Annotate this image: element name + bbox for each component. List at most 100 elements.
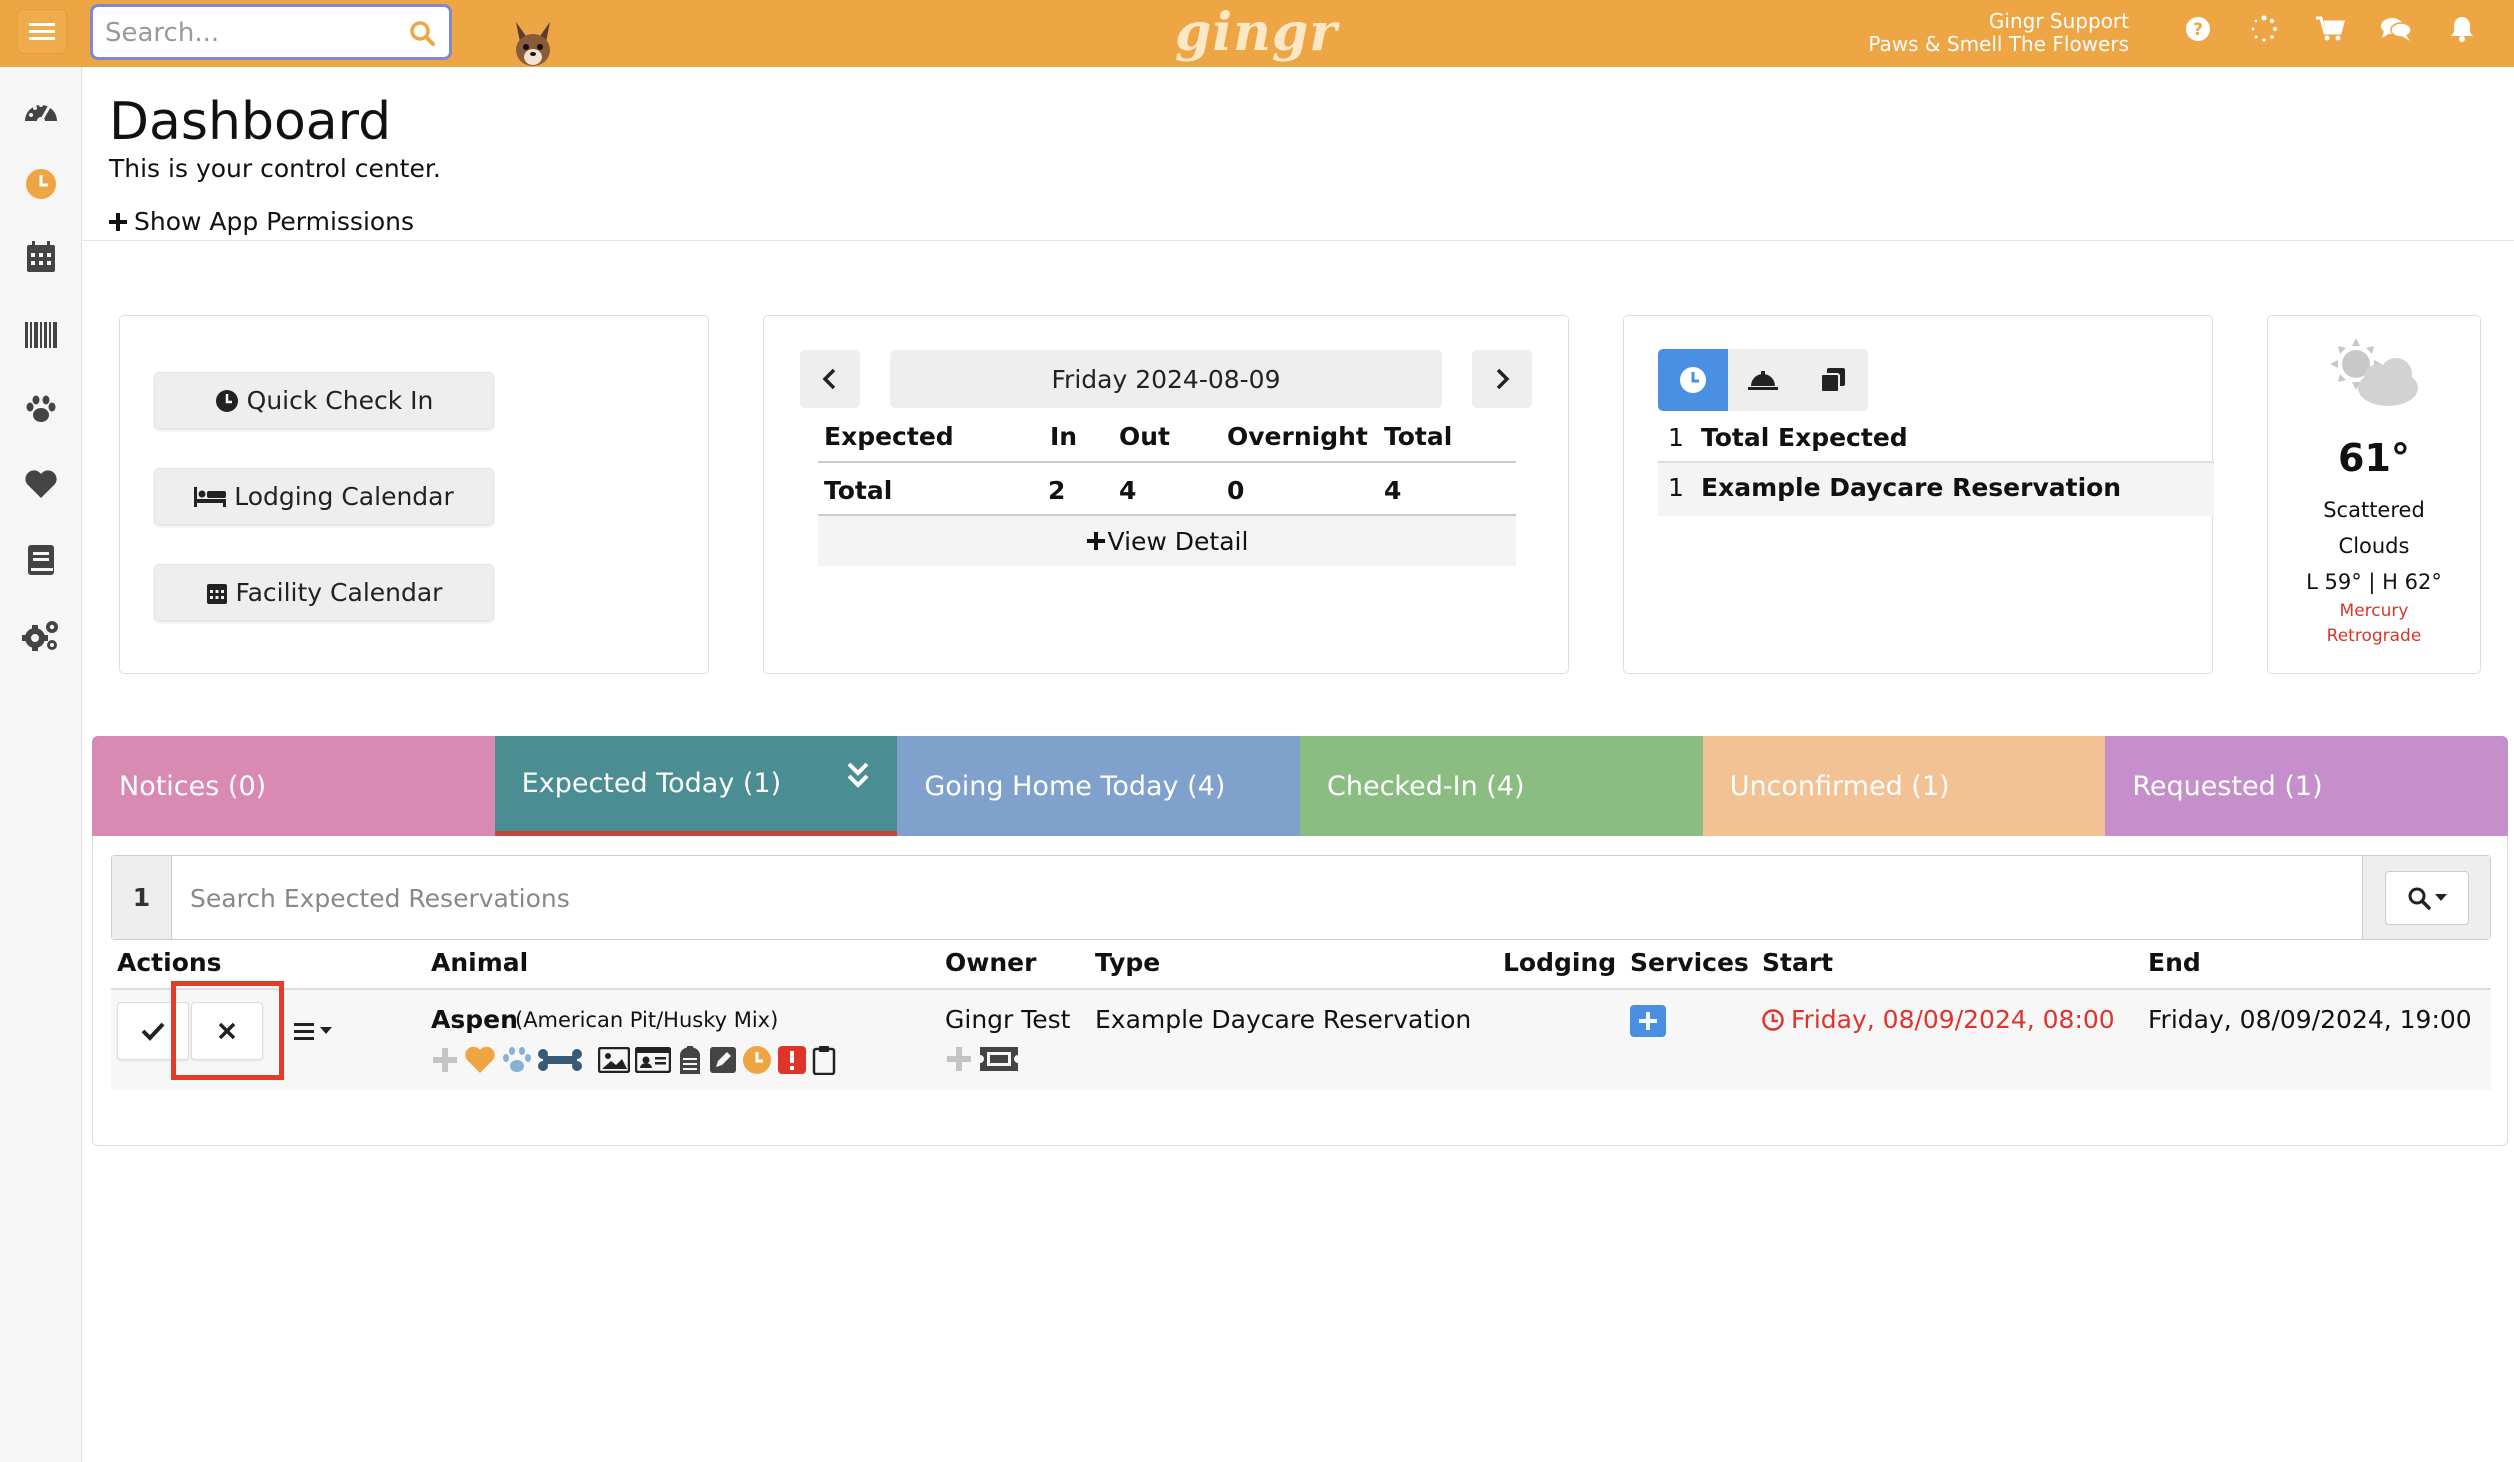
caret-down-icon [2434,893,2447,901]
business-name: Paws & Smell The Flowers [1868,32,2129,56]
kennel-icon[interactable] [676,1045,704,1075]
view-detail-button[interactable]: View Detail [818,516,1516,566]
add-service-button[interactable] [1630,1005,1666,1037]
book-icon[interactable] [21,540,61,580]
image-icon[interactable] [598,1047,630,1073]
paw-icon[interactable] [21,389,61,429]
date-selector[interactable]: Friday 2024-08-09 [890,350,1442,408]
summary-label-2[interactable]: Example Daycare Reservation [1701,473,2121,502]
reservation-tabs: Notices (0) Expected Today (1) Going Hom… [92,736,2509,836]
counts-header-total: Total [1384,422,1453,451]
header-divider [82,240,2514,241]
daily-counts-card: Friday 2024-08-09 Expected In Out Overni… [763,315,1569,674]
alert-icon[interactable] [777,1045,807,1075]
global-search-input[interactable] [105,16,405,50]
search-options-button[interactable] [2362,856,2490,939]
heart-icon[interactable] [21,464,61,504]
help-icon[interactable]: ? [2165,15,2231,43]
caret-down-icon [320,1027,332,1034]
list-menu-icon [294,1023,314,1040]
counts-divider [818,461,1516,463]
id-card-icon[interactable] [635,1047,671,1073]
calendar-icon[interactable] [21,237,61,277]
weather-temperature: 61° [2338,436,2410,480]
double-chevron-down-icon [847,762,869,788]
settings-icon[interactable] [21,616,61,656]
clock-icon[interactable] [21,164,61,204]
weather-condition-line2: Clouds [2338,534,2410,558]
quick-check-in-button[interactable]: Quick Check In [154,372,494,429]
summary-count-2: 1 [1668,473,1684,502]
quick-check-in-label: Quick Check In [246,386,434,415]
result-count: 1 [112,856,172,939]
weather-range: L 59° | H 62° [2306,570,2442,594]
time-view-toggle[interactable] [1658,349,1728,411]
lodging-calendar-label: Lodging Calendar [234,482,454,511]
counts-overnight-value: 0 [1227,476,1245,505]
plus-icon [109,212,127,231]
counts-out-value: 4 [1119,476,1137,505]
counts-header-overnight: Overnight [1227,422,1368,451]
copy-view-toggle[interactable] [1798,349,1868,411]
edit-icon[interactable] [709,1046,737,1074]
column-start: Start [1762,948,1834,977]
plus-icon [1639,1012,1657,1030]
reservation-search-input[interactable] [190,878,2290,918]
column-type: Type [1095,948,1161,977]
reservation-type: Example Daycare Reservation [1095,1005,1472,1034]
search-icon[interactable] [409,20,435,46]
service-view-toggle[interactable] [1728,349,1798,411]
start-time-value: Friday, 08/09/2024, 08:00 [1791,1005,2115,1034]
clock-icon [215,389,238,412]
user-name: Gingr Support [1988,9,2129,33]
tab-unconfirmed[interactable]: Unconfirmed (1) [1702,736,2106,836]
show-app-permissions-link[interactable]: Show App Permissions [108,207,414,236]
tab-going-home-today[interactable]: Going Home Today (4) [897,736,1301,836]
animal-name[interactable]: Aspen [431,1005,518,1034]
hamburger-menu-button[interactable] [17,9,67,54]
facility-calendar-button[interactable]: Facility Calendar [154,564,494,621]
heart-icon[interactable] [464,1046,496,1074]
tab-checked-in-label: Checked-In (4) [1327,770,1525,802]
counts-header-out: Out [1119,422,1171,451]
view-detail-label: View Detail [1107,526,1249,556]
counts-total-value: 4 [1384,476,1402,505]
owner-name[interactable]: Gingr Test [945,1005,1071,1034]
user-info[interactable]: Gingr Support Paws & Smell The Flowers [1868,10,2129,56]
tab-expected-today-label: Expected Today (1) [521,768,782,799]
barcode-icon[interactable] [21,315,61,355]
gingr-logo[interactable]: gingr [1175,2,1338,63]
row-actions-menu-button[interactable] [277,1002,349,1060]
animal-breed: (American Pit/Husky Mix) [515,1008,779,1032]
hamburger-icon [29,22,55,40]
sidebar [0,67,82,1462]
end-time: Friday, 08/09/2024, 19:00 [2148,1005,2472,1034]
clipboard-icon[interactable] [812,1045,836,1075]
tab-notices[interactable]: Notices (0) [92,736,495,836]
weather-note-line1: Mercury [2339,601,2409,621]
global-search [90,4,452,60]
spinner-icon[interactable] [2231,15,2297,43]
ticket-icon[interactable] [979,1046,1019,1072]
add-icon[interactable] [945,1045,973,1073]
bell-icon[interactable] [2429,15,2495,43]
chat-icon[interactable] [2363,15,2429,43]
dashboard-icon[interactable] [21,90,61,130]
cart-icon[interactable] [2297,15,2363,43]
start-time: Friday, 08/09/2024, 08:00 [1762,1005,2115,1034]
bone-icon[interactable] [538,1048,582,1072]
clock-icon[interactable] [742,1045,772,1075]
paw-icon[interactable] [501,1046,533,1074]
previous-day-button[interactable] [800,350,860,408]
search-icon [2408,887,2431,910]
tab-expected-today[interactable]: Expected Today (1) [494,736,898,836]
chevron-left-icon [822,368,836,390]
next-day-button[interactable] [1472,350,1532,408]
facility-calendar-label: Facility Calendar [235,578,443,607]
tab-requested[interactable]: Requested (1) [2105,736,2509,836]
tab-unconfirmed-label: Unconfirmed (1) [1729,770,1950,802]
tab-checked-in[interactable]: Checked-In (4) [1300,736,1703,836]
copy-icon [1820,368,1845,393]
lodging-calendar-button[interactable]: Lodging Calendar [154,468,494,525]
add-icon[interactable] [431,1046,459,1074]
